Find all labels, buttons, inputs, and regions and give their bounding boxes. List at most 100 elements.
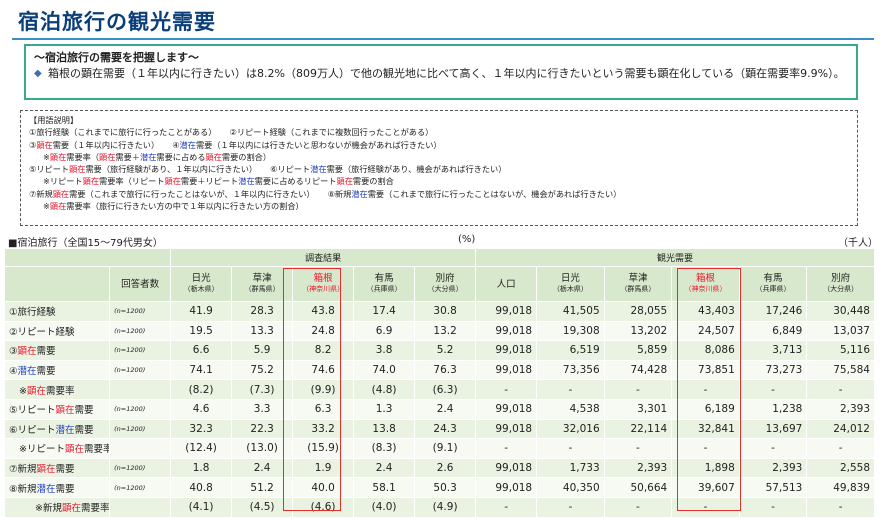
hakone-demand-highlight [677,268,741,511]
term-text: 顕在 [69,164,86,175]
table-row: ⑧新規潜在需要 (n=1200) 40.8 51.2 40.0 58.1 50.3 99,01… [5,477,875,498]
respondents-header: 回答者数 [109,266,172,302]
demand-cell: - [604,497,673,518]
tourism-demand-header: 観光需要 [475,249,875,267]
survey-pct-cell: (9.1) [414,438,477,459]
survey-pct-cell: 76.3 [414,360,477,381]
survey-pct-cell: 6.9 [353,321,416,342]
term-text: 潜在 [179,139,196,150]
population-cell: - [475,438,538,459]
survey-pct-cell: 1.8 [170,458,233,479]
table-row: ②リピート経験 (n=1200) 19.5 13.3 24.8 6.9 13.2 99,018… [5,321,875,342]
row-label-post: 需要 [55,483,75,495]
demand-cell: 2,393 [806,399,875,420]
row-label-keyword: 潜在 [55,424,75,436]
row-label-keyword: 潜在 [17,366,37,378]
demand-cell: 50,664 [604,477,673,498]
survey-pct-cell: 17.4 [353,301,416,322]
demand-cell: 5,859 [604,340,673,361]
demand-cell: 74,428 [604,360,673,381]
population-cell: 99,018 [475,340,538,361]
survey-pct-cell: 74.0 [353,360,416,381]
respondent-count: (n=1200) [109,477,172,498]
term-text: 需要率（旅行に行きたい方の中で１年以内に行きたい方の割合） [66,201,304,212]
table-row: ①旅行経験 (n=1200) 41.9 28.3 43.8 17.4 30.8 99,018 4… [5,301,875,322]
demand-cell: 22,114 [604,419,673,440]
term-text: 潜在 [310,164,327,175]
place-name: 別府 [435,273,455,284]
demand-cell: 4,538 [536,399,605,420]
place-pref: （兵庫県） [755,285,791,293]
term-text: 潜在 [238,176,255,187]
term-text: 需要（旅行経験があり、機会があれば行きたい） [326,164,507,175]
respondent-count [109,379,172,400]
row-label: ※顕在需要率 [5,379,111,400]
term-text: 需要率（リピート [99,176,165,187]
row-label: ②リピート経験 [5,321,111,342]
term-text: 潜在 [351,188,368,199]
demand-cell: 73,273 [739,360,808,381]
demand-cell: 30,448 [806,301,875,322]
terms-line-2: ③顕在需要（１年以内に行きたい） ④潜在需要（１年以内には行きたいと思わないが機… [29,139,849,151]
row-label-post: 需要 [36,346,56,358]
row-label-post: 需要率 [83,444,109,456]
terms-line-3: ※顕在需要率（顕在需要＋潜在需要に占める顕在需要の割合） [29,151,849,163]
demand-cell: 5,116 [806,340,875,361]
population-cell: 99,018 [475,399,538,420]
respondent-count: (n=1200) [109,458,172,479]
term-text: ※ [43,151,50,162]
place-name: 日光 [560,273,580,284]
place-name: 日光 [191,273,211,284]
row-label: ⑤リピート顕在需要 [5,399,111,420]
survey-pct-cell: (8.3) [353,438,416,459]
demand-cell: 3,301 [604,399,673,420]
term-text: ⑥リピート [270,164,311,175]
place-header: 有馬 （兵庫県） [353,266,416,302]
table-row: ③顕在需要 (n=1200) 6.6 5.9 8.2 3.8 5.2 99,018 6,519 5… [5,340,875,361]
table-header-group-row: 調査結果 観光需要 [5,249,875,267]
row-label-keyword: 顕在 [17,346,37,358]
row-label: ④潜在需要 [5,360,111,381]
demand-cell: 2,393 [604,458,673,479]
demand-cell: - [536,438,605,459]
term-text: ※ [43,201,50,212]
row-label-keyword: 顕在 [26,385,46,397]
row-label-post: 需要率 [45,385,75,397]
demand-cell: 40,350 [536,477,605,498]
row-label: ①旅行経験 [5,301,111,322]
row-label-pre: ⑦新規 [9,464,37,476]
place-pref: （栃木県） [183,285,219,293]
term-text: 需要の割合） [221,151,272,162]
table-row: ⑥リピート潜在需要 (n=1200) 32.3 22.3 33.2 13.8 24.3 99,… [5,419,875,440]
survey-pct-cell: 41.9 [170,301,233,322]
respondent-count [109,438,172,459]
survey-pct-cell: (12.4) [170,438,233,459]
row-label: ③顕在需要 [5,340,111,361]
term-text: 顕在 [336,176,353,187]
survey-pct-cell: (4.8) [353,379,416,400]
diamond-bullet-icon: ◆ [34,68,42,79]
survey-pct-cell: 1.3 [353,399,416,420]
term-text: 需要＋ [115,151,140,162]
row-label-pre: ⑤リピート [9,405,56,417]
term-text: 需要に占めるリピート [254,176,337,187]
place-header: 別府 （大分県） [806,266,875,302]
row-label-keyword: 潜在 [36,483,56,495]
survey-pct-cell: 50.3 [414,477,477,498]
demand-cell: 6,519 [536,340,605,361]
term-text: 顕在 [82,176,100,187]
survey-pct-cell: (4.9) [414,497,477,518]
row-label-pre: ⑥リピート [9,424,56,436]
respondent-count: (n=1200) [109,321,172,342]
term-text: 顕在 [164,176,181,187]
row-label-keyword: 顕在 [64,444,84,456]
table-header-row: 回答者数 日光 （栃木県） 草津 （群馬県） 箱根 （神奈川県） 有馬 （兵庫県） 別府… [5,266,875,302]
demand-cell: 13,037 [806,321,875,342]
terms-line-1: ①旅行経験（これまでに旅行に行ったことがある） ②リピート経験（これまでに複数回… [29,126,849,138]
term-text: 顕在 [36,139,53,150]
demand-cell: - [806,497,875,518]
place-name: 草津 [252,273,272,284]
demand-cell: 41,505 [536,301,605,322]
population-cell: - [475,379,538,400]
term-text: 顕在 [49,201,67,212]
